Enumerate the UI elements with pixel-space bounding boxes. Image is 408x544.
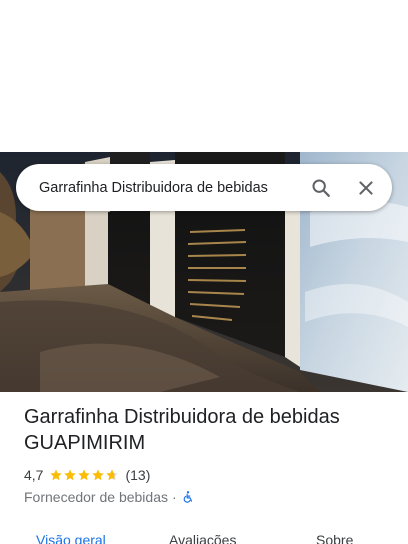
tab-overview[interactable]: Visão geral [36, 532, 106, 544]
place-title: Garrafinha Distribuidora de bebidas GUAP… [24, 406, 340, 454]
tab-about[interactable]: Sobre [316, 532, 353, 544]
search-bar [16, 164, 392, 211]
place-info: Garrafinha Distribuidora de bebidas GUAP… [24, 404, 396, 507]
star-icon [92, 469, 105, 481]
tab-reviews[interactable]: Avaliações [169, 532, 236, 544]
blank-area [0, 0, 408, 152]
place-panel: Garrafinha Distribuidora de bebidas GUAP… [0, 0, 408, 544]
place-category[interactable]: Fornecedor de bebidas [24, 489, 168, 505]
separator-dot: · [172, 489, 177, 505]
wheelchair-icon[interactable] [181, 490, 195, 504]
close-button[interactable] [346, 168, 386, 208]
rating-value: 4,7 [24, 467, 44, 483]
category-row: Fornecedor de bebidas · [24, 487, 396, 507]
star-icon [64, 469, 77, 481]
place-tabs: Visão geral Avaliações Sobre [0, 526, 408, 544]
search-button[interactable] [301, 168, 341, 208]
star-icon [78, 469, 91, 481]
star-half-icon [106, 469, 119, 481]
search-icon [312, 178, 330, 197]
rating-row: 4,7 (13) [24, 465, 396, 485]
search-input[interactable] [39, 179, 301, 196]
rating-stars [49, 468, 119, 482]
close-icon [359, 180, 373, 195]
star-icon [50, 469, 63, 481]
review-count[interactable]: (13) [125, 467, 150, 483]
